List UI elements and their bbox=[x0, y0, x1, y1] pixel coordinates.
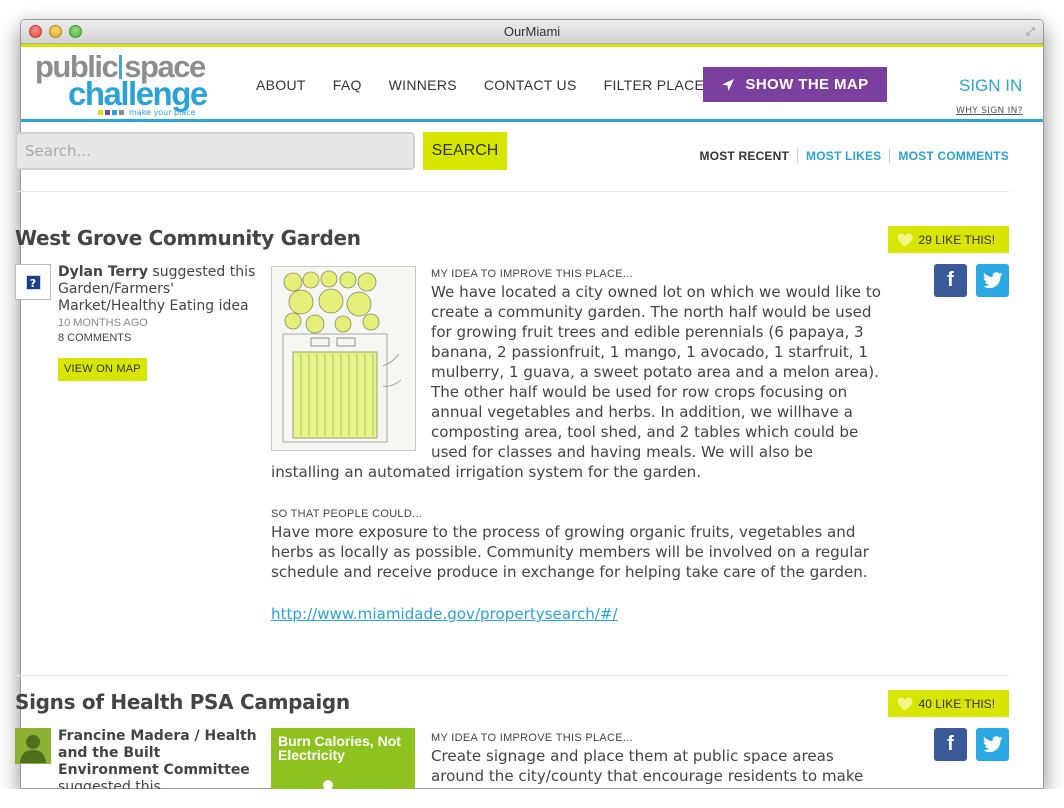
site-logo[interactable]: public space challenge make your place bbox=[35, 51, 230, 119]
property-search-link[interactable]: http://www.miamidade.gov/propertysearch/… bbox=[271, 605, 618, 623]
idea-label: MY IDEA TO IMPROVE THIS PLACE... bbox=[431, 732, 633, 744]
logo-square-lime bbox=[98, 110, 103, 115]
logo-word-challenge: challenge bbox=[68, 75, 208, 112]
facebook-share-icon[interactable]: f bbox=[934, 264, 967, 297]
author-text: Francine Madera / Health and the Built E… bbox=[58, 728, 258, 790]
nav-about[interactable]: ABOUT bbox=[256, 77, 306, 93]
logo-square-blue bbox=[112, 110, 117, 115]
view-on-map-button[interactable]: VIEW ON MAP bbox=[58, 358, 147, 381]
share-buttons: f bbox=[934, 264, 1009, 297]
like-count: 40 LIKE THIS! bbox=[918, 696, 995, 711]
fullscreen-icon[interactable]: ⤢ bbox=[1024, 25, 1037, 38]
zoom-window-button[interactable] bbox=[69, 25, 82, 38]
posted-time: 10 MONTHS AGO bbox=[58, 317, 148, 329]
garden-plan-image[interactable] bbox=[271, 266, 431, 455]
window-controls bbox=[29, 25, 82, 38]
nav-filter-places[interactable]: FILTER PLACES bbox=[604, 77, 714, 93]
author-name[interactable]: Francine Madera / Health and the Built E… bbox=[58, 728, 257, 778]
person-icon bbox=[20, 735, 46, 763]
like-count: 29 LIKE THIS! bbox=[918, 232, 995, 247]
site-header: public space challenge make your place AB… bbox=[21, 47, 1043, 122]
avatar[interactable] bbox=[15, 728, 51, 764]
sort-most-recent[interactable]: MOST RECENT bbox=[700, 149, 798, 163]
sort-most-likes[interactable]: MOST LIKES bbox=[797, 149, 889, 163]
entry-title[interactable]: West Grove Community Garden bbox=[15, 226, 361, 250]
people-text: Have more exposure to the process of gro… bbox=[271, 523, 869, 581]
author-text: Dylan Terry suggested this Garden/Farmer… bbox=[58, 264, 258, 381]
logo-tagline: make your place bbox=[129, 108, 196, 117]
share-buttons: f bbox=[934, 728, 1009, 761]
twitter-share-icon[interactable] bbox=[976, 264, 1009, 297]
page-bottom-margin bbox=[0, 789, 1064, 808]
entry-body: MY IDEA TO IMPROVE THIS PLACE... We have… bbox=[271, 266, 883, 624]
logo-square-gray bbox=[119, 110, 124, 115]
idea-entry: Signs of Health PSA Campaign 40 LIKE THI… bbox=[15, 690, 1009, 790]
sort-options: MOST RECENT MOST LIKES MOST COMMENTS bbox=[700, 149, 1010, 163]
search-input[interactable] bbox=[15, 132, 415, 170]
twitter-share-icon[interactable] bbox=[976, 728, 1009, 761]
comments-link[interactable]: 8 COMMENTS bbox=[58, 331, 258, 346]
search-button[interactable]: SEARCH bbox=[423, 132, 507, 170]
show-map-label: SHOW THE MAP bbox=[745, 76, 869, 93]
minimize-window-button[interactable] bbox=[49, 25, 62, 38]
nav-winners[interactable]: WINNERS bbox=[389, 77, 457, 93]
campaign-image-text: Burn Calories, Not Electricity bbox=[278, 733, 401, 763]
title-bar: OurMiami ⤢ bbox=[21, 20, 1043, 44]
sign-in-link[interactable]: SIGN IN bbox=[959, 76, 1022, 96]
close-window-button[interactable] bbox=[29, 25, 42, 38]
search-row: SEARCH MOST RECENT MOST LIKES MOST COMME… bbox=[15, 130, 1009, 192]
people-label: SO THAT PEOPLE COULD... bbox=[271, 508, 423, 520]
campaign-image[interactable]: Burn Calories, Not Electricity bbox=[271, 728, 415, 790]
entry-title[interactable]: Signs of Health PSA Campaign bbox=[15, 690, 350, 714]
main-nav: ABOUT FAQ WINNERS CONTACT US FILTER PLAC… bbox=[256, 77, 714, 93]
sort-most-comments[interactable]: MOST COMMENTS bbox=[889, 149, 1009, 163]
nav-contact-us[interactable]: CONTACT US bbox=[484, 77, 577, 93]
logo-square-purple bbox=[105, 110, 110, 115]
entry-divider bbox=[15, 675, 1009, 676]
window-title: OurMiami bbox=[503, 24, 561, 39]
author-name[interactable]: Dylan Terry bbox=[58, 264, 148, 280]
avatar[interactable]: ? bbox=[15, 264, 51, 300]
why-sign-in-link[interactable]: WHY SIGN IN? bbox=[956, 106, 1023, 116]
entry-body: MY IDEA TO IMPROVE THIS PLACE... Create … bbox=[431, 730, 883, 786]
idea-entry: West Grove Community Garden 29 LIKE THIS… bbox=[15, 226, 1009, 666]
show-map-button[interactable]: SHOW THE MAP bbox=[703, 67, 887, 102]
nav-faq[interactable]: FAQ bbox=[333, 77, 362, 93]
idea-text: Create signage and place them at public … bbox=[431, 747, 864, 785]
unknown-avatar-icon: ? bbox=[25, 274, 41, 290]
heart-icon bbox=[897, 697, 913, 710]
location-arrow-icon bbox=[722, 78, 735, 91]
like-button[interactable]: 29 LIKE THIS! bbox=[887, 226, 1009, 253]
like-button[interactable]: 40 LIKE THIS! bbox=[887, 690, 1009, 717]
heart-icon bbox=[897, 233, 913, 246]
facebook-share-icon[interactable]: f bbox=[934, 728, 967, 761]
